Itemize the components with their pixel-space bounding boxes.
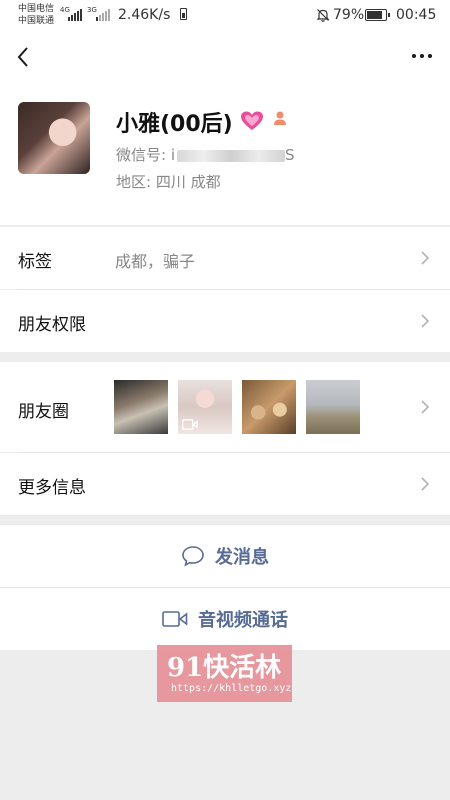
carrier-2: 中国联通 bbox=[18, 16, 55, 26]
wechat-id-blur bbox=[177, 149, 286, 162]
clock: 00:45 bbox=[396, 7, 437, 23]
video-call-label: 音视频通话 bbox=[198, 610, 288, 631]
moments-thumbnail-video[interactable] bbox=[178, 380, 232, 434]
tags-label: 标签 bbox=[18, 252, 52, 272]
status-bar: 中国电信 中国联通 4G 3G 2.46K/s 79% 00:45 bbox=[0, 0, 450, 32]
tags-value: 成都，骗子 bbox=[115, 252, 196, 271]
profile-card: 小雅(00后) 微信号: i S 地区: 四川 成都 bbox=[0, 32, 450, 225]
send-message-button[interactable]: 发消息 bbox=[0, 525, 450, 587]
carrier-1: 中国电信 bbox=[18, 4, 55, 14]
mute-bell-icon bbox=[316, 9, 330, 22]
moments-label: 朋友圈 bbox=[18, 402, 69, 422]
battery-percent: 79% bbox=[333, 7, 365, 23]
wechat-id: 微信号: i S bbox=[116, 144, 295, 165]
more-info-label: 更多信息 bbox=[18, 478, 86, 498]
moments-thumbnail[interactable] bbox=[306, 380, 360, 434]
watermark-url: https://khlletgo.xyz bbox=[171, 683, 292, 694]
video-camera-icon bbox=[162, 611, 188, 627]
send-message-label: 发消息 bbox=[215, 547, 269, 568]
chevron-right-icon bbox=[421, 314, 430, 328]
network-speed: 2.46K/s bbox=[118, 7, 171, 23]
more-info-row[interactable]: 更多信息 bbox=[0, 453, 450, 515]
more-options-icon[interactable] bbox=[412, 54, 432, 58]
signal-icon bbox=[68, 9, 82, 21]
chevron-right-icon bbox=[421, 400, 430, 414]
permissions-label: 朋友权限 bbox=[18, 315, 86, 335]
watermark-brand: 91快活林 bbox=[167, 653, 282, 683]
battery-saver-icon bbox=[180, 8, 187, 20]
carrier-info: 中国电信 中国联通 bbox=[18, 3, 54, 27]
moments-row[interactable]: 朋友圈 bbox=[0, 362, 450, 452]
wechat-id-label: 微信号: bbox=[116, 146, 167, 164]
avatar[interactable] bbox=[18, 102, 90, 174]
moments-thumbnail[interactable] bbox=[242, 380, 296, 434]
wechat-id-value-end: S bbox=[285, 146, 295, 164]
region-value: 四川 成都 bbox=[155, 173, 221, 191]
chevron-right-icon bbox=[421, 251, 430, 265]
back-arrow-icon[interactable] bbox=[14, 44, 34, 70]
friend-permissions-row[interactable]: 朋友权限 bbox=[0, 290, 450, 352]
battery-icon bbox=[365, 9, 390, 21]
moments-thumbnail[interactable] bbox=[114, 380, 168, 434]
chevron-right-icon bbox=[421, 477, 430, 491]
video-icon bbox=[182, 419, 198, 430]
video-call-button[interactable]: 音视频通话 bbox=[0, 588, 450, 650]
signal-icon-2 bbox=[96, 9, 110, 21]
site-watermark: 91快活林 https://khlletgo.xyz bbox=[157, 645, 292, 702]
nickname: 小雅(00后) bbox=[116, 112, 233, 137]
heart-emoji-icon bbox=[241, 111, 263, 130]
wechat-id-value: i bbox=[170, 146, 176, 164]
female-user-icon bbox=[274, 111, 286, 125]
region-label: 地区: bbox=[116, 173, 152, 191]
chat-bubble-icon bbox=[182, 546, 204, 567]
region: 地区: 四川 成都 bbox=[116, 171, 221, 192]
moments-thumbnails bbox=[114, 380, 360, 434]
tags-row[interactable]: 标签 成都，骗子 bbox=[0, 227, 450, 289]
